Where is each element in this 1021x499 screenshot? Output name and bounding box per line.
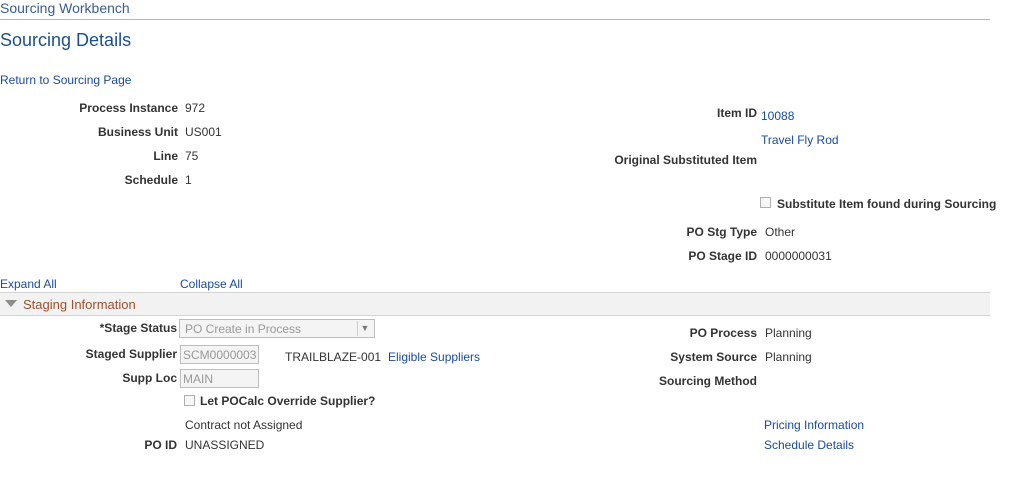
sourcing-method-label: Sourcing Method (659, 374, 757, 388)
schedule-details-link[interactable]: Schedule Details (764, 438, 854, 452)
item-id-label: Item ID (716, 106, 757, 120)
substitute-item-label: Substitute Item found during Sourcing (777, 197, 997, 211)
breadcrumb[interactable]: Sourcing Workbench (0, 0, 130, 16)
business-unit-value: US001 (185, 125, 222, 139)
line-value: 75 (185, 149, 199, 163)
pricing-information-link[interactable]: Pricing Information (764, 418, 864, 432)
override-supplier-label: Let POCalc Override Supplier? (200, 394, 376, 408)
item-description-link[interactable]: Travel Fly Rod (761, 133, 839, 147)
po-id-label: PO ID (144, 438, 177, 452)
system-source-value: Planning (765, 350, 812, 364)
item-id-link[interactable]: 10088 (761, 109, 794, 123)
return-to-sourcing-link[interactable]: Return to Sourcing Page (0, 73, 131, 87)
chevron-down-icon[interactable]: ▼ (357, 321, 372, 336)
po-id-value: UNASSIGNED (185, 438, 265, 452)
system-source-label: System Source (670, 350, 757, 364)
schedule-value: 1 (185, 173, 192, 187)
stage-status-select[interactable]: PO Create in Process ▼ (179, 319, 375, 338)
po-process-label: PO Process (689, 326, 757, 340)
process-instance-value: 972 (185, 101, 206, 115)
po-stg-type-label: PO Stg Type (686, 225, 757, 239)
header-divider (0, 19, 990, 20)
staged-supplier-label: Staged Supplier (85, 347, 177, 361)
section-title[interactable]: Staging Information (23, 297, 136, 312)
contract-status-text: Contract not Assigned (185, 418, 303, 432)
staging-information-section-header[interactable]: Staging Information (0, 292, 990, 316)
supp-loc-label: Supp Loc (122, 371, 177, 385)
business-unit-label: Business Unit (97, 125, 178, 139)
po-process-value: Planning (765, 326, 812, 340)
po-stage-id-value: 0000000031 (765, 249, 832, 263)
expand-all-link[interactable]: Expand All (0, 277, 57, 291)
staged-supplier-field[interactable]: SCM0000003 (180, 345, 259, 364)
schedule-label: Schedule (124, 173, 178, 187)
eligible-suppliers-link[interactable]: Eligible Suppliers (388, 350, 480, 364)
po-stage-id-label: PO Stage ID (688, 249, 757, 263)
substitute-item-checkbox[interactable] (760, 197, 771, 211)
override-supplier-checkbox[interactable] (184, 395, 195, 409)
po-stg-type-value: Other (765, 225, 796, 239)
collapse-all-link[interactable]: Collapse All (180, 277, 243, 291)
stage-status-label: *Stage Status (99, 321, 177, 335)
supp-loc-field[interactable]: MAIN (180, 369, 259, 388)
original-substituted-item-label: Original Substituted Item (614, 153, 757, 167)
process-instance-label: Process Instance (79, 101, 178, 115)
collapse-triangle-icon[interactable] (5, 300, 17, 307)
stage-status-selected-value: PO Create in Process (185, 322, 302, 336)
line-label: Line (153, 149, 178, 163)
supplier-name: TRAILBLAZE-001 (285, 350, 382, 364)
page-title: Sourcing Details (0, 30, 132, 50)
